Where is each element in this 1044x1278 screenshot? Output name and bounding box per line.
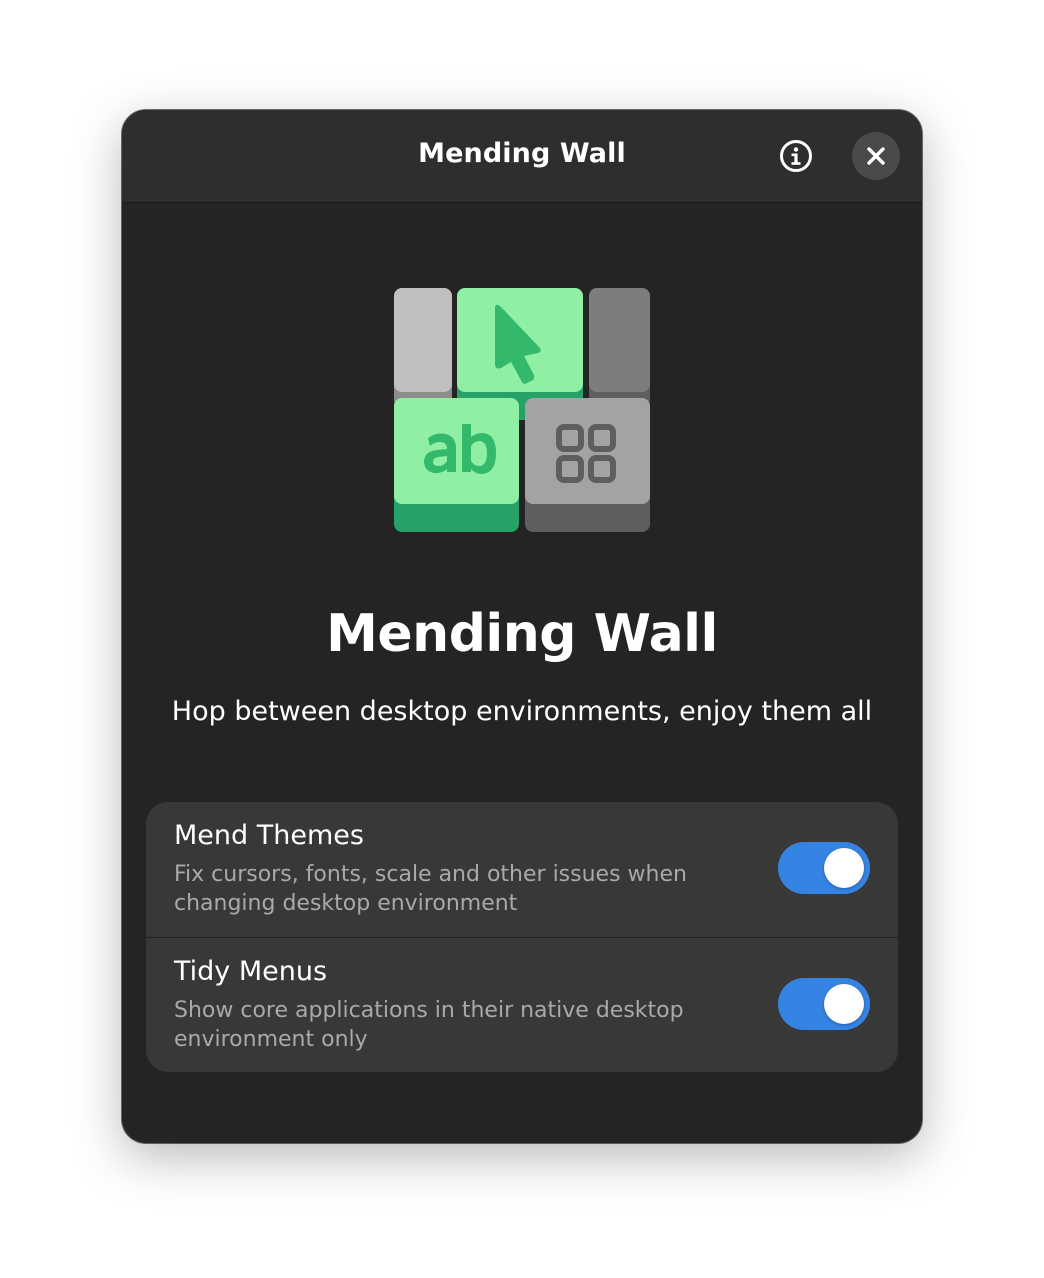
switch-knob [824,984,864,1024]
switch-knob [824,848,864,888]
setting-title: Tidy Menus [174,956,328,987]
info-icon [780,140,812,172]
setting-row-mend-themes[interactable]: Mend Themes Fix cursors, fonts, scale an… [146,802,898,938]
app-description: Hop between desktop environments, enjoy … [171,696,873,727]
mending-wall-app-icon [392,286,652,534]
headerbar: Mending Wall [122,110,922,203]
tidy-menus-switch[interactable] [778,978,870,1030]
close-icon [867,147,885,165]
setting-title: Mend Themes [174,820,364,851]
app-window: Mending Wall Mending Wall Hop between de… [122,110,922,1143]
close-button[interactable] [852,132,900,180]
setting-row-tidy-menus[interactable]: Tidy Menus Show core applications in the… [146,938,898,1072]
settings-list: Mend Themes Fix cursors, fonts, scale an… [146,802,898,1072]
mend-themes-switch[interactable] [778,842,870,894]
about-button[interactable] [772,132,820,180]
setting-subtitle: Show core applications in their native d… [174,998,684,1052]
setting-subtitle: Fix cursors, fonts, scale and other issu… [174,862,687,916]
app-title: Mending Wall [326,604,718,664]
